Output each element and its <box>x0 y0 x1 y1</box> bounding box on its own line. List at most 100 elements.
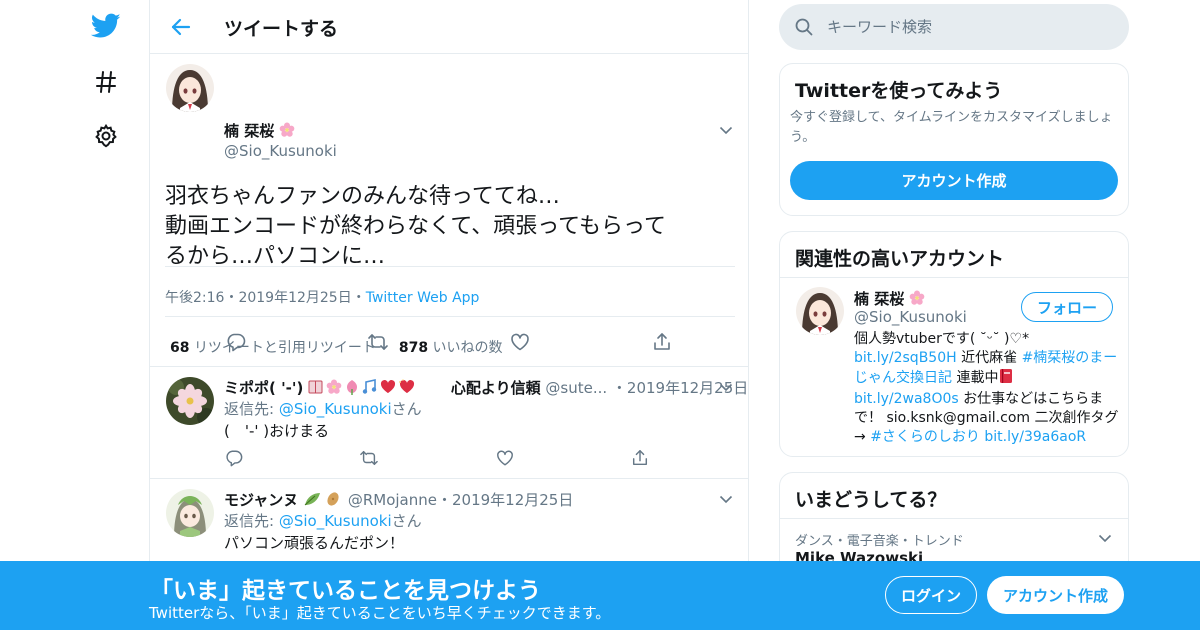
like-heart-icon[interactable] <box>492 445 518 471</box>
retweets-label: リツイートと引用リツイート <box>193 340 376 356</box>
reply-text: パソコン頑張るんだポン！ <box>224 534 405 552</box>
tweet-source-link[interactable]: Twitter Web App <box>366 290 480 306</box>
tweet-author-name[interactable]: 楠 栞桜 <box>224 120 295 142</box>
explore-hashtag-icon[interactable] <box>88 64 124 100</box>
tweet-text-line: 動画エンコードが終わらなくて、頑張ってもらって <box>165 214 666 239</box>
related-account-handle[interactable]: @Sio_Kusunoki <box>854 308 967 326</box>
related-account-name[interactable]: 楠 栞桜 <box>854 288 925 310</box>
create-account-button[interactable]: アカウント作成 <box>790 161 1118 200</box>
tweet-stats: 68 リツイートと引用リツイート 878 いいねの数 <box>170 337 503 357</box>
trend-category: ダンス・電子音楽・トレンド <box>795 534 964 549</box>
reply-text: ( '-' )おけまる <box>224 422 330 440</box>
emoji-icons <box>308 379 446 399</box>
reply-author-handle[interactable]: @sute... <box>545 379 607 397</box>
separator-dot: ・ <box>351 290 366 306</box>
login-button[interactable]: ログイン <box>885 576 977 614</box>
tweet-time[interactable]: 午後2:16 <box>165 290 224 306</box>
likes-stat[interactable]: 878 いいねの数 <box>399 340 503 356</box>
related-accounts-card: 関連性の高いアカウント 楠 栞桜 @Sio_Kusunoki フォロー 個人勢v… <box>779 231 1129 457</box>
likes-count: 878 <box>398 340 429 356</box>
search-icon <box>795 18 813 36</box>
bio-link[interactable]: bit.ly/39a6aoR <box>984 429 1086 445</box>
related-name-text: 楠 栞桜 <box>854 290 905 308</box>
reply-icon[interactable] <box>221 445 247 471</box>
reply-tweet[interactable]: ミポポ( '-') 心配より信頼 @sute... ・2019年12月25日 返… <box>150 367 748 479</box>
tweet-text-line: 羽衣ちゃんファンのみんな待っててね… <box>165 184 560 209</box>
signup-card-title: Twitterを使ってみよう <box>795 80 1003 102</box>
retweet-icon[interactable] <box>365 329 391 355</box>
signup-card: Twitterを使ってみよう 今すぐ登録して、タイムラインをカスタマイズしましょ… <box>779 63 1129 216</box>
share-icon[interactable] <box>649 329 675 355</box>
chevron-down-icon[interactable] <box>717 490 735 508</box>
chevron-down-icon[interactable] <box>717 121 735 139</box>
reply-header: ミポポ( '-') 心配より信頼 @sute... ・2019年12月25日 <box>224 377 748 399</box>
share-icon[interactable] <box>627 445 653 471</box>
reply-author-name-suffix[interactable]: 心配より信頼 <box>451 379 541 397</box>
divider <box>165 266 735 267</box>
replying-to-label: 返信先: <box>224 400 279 418</box>
page-header: ツイートする <box>150 0 748 54</box>
twitter-bird-icon[interactable] <box>88 8 124 44</box>
page-title: ツイートする <box>224 18 339 40</box>
replying-to-link[interactable]: @Sio_Kusunoki <box>279 400 392 418</box>
chevron-down-icon[interactable] <box>1096 529 1114 547</box>
reply-author-name[interactable]: モジャンヌ <box>224 491 298 509</box>
retweets-count: 68 <box>170 340 190 356</box>
divider <box>780 277 1128 278</box>
chevron-down-icon[interactable] <box>717 378 735 396</box>
signup-banner: 「いま」起きていることを見つけよう Twitterなら、「いま」起きていることを… <box>0 561 1200 630</box>
red-book-icon <box>998 368 1014 390</box>
trends-card-title: いまどうしてる？ <box>795 489 947 511</box>
main-tweet: 楠 栞桜 @Sio_Kusunoki 羽衣ちゃんファンのみんな待っててね… 動画… <box>150 54 748 367</box>
avatar[interactable] <box>166 64 214 112</box>
separator-dot: ・ <box>224 290 239 306</box>
author-name-text: 楠 栞桜 <box>224 122 275 140</box>
divider <box>165 316 735 317</box>
bio-link[interactable]: bit.ly/2wa8O0s <box>854 391 959 407</box>
tweet-metadata: 午後2:16・2019年12月25日・Twitter Web App <box>165 287 479 307</box>
avatar[interactable] <box>166 489 214 537</box>
reply-author-handle[interactable]: @RMojanne <box>348 491 437 509</box>
retweets-stat[interactable]: 68 リツイートと引用リツイート <box>170 340 376 356</box>
main-column: ツイートする 楠 栞桜 @Sio_Kusunoki 羽衣ちゃんファンのみんな待っ… <box>149 0 749 630</box>
bio-link[interactable]: bit.ly/2sqB50H <box>854 350 957 366</box>
tweet-text-line: るから…パソコンに… <box>165 244 386 269</box>
like-heart-icon[interactable] <box>507 329 533 355</box>
cherry-blossom-icon <box>279 122 295 142</box>
reply-icon[interactable] <box>223 329 249 355</box>
search-bar <box>779 4 1129 50</box>
cherry-blossom-icon <box>909 290 925 310</box>
settings-gear-icon[interactable] <box>88 118 124 154</box>
related-card-title: 関連性の高いアカウント <box>795 248 1005 270</box>
replying-to-link[interactable]: @Sio_Kusunoki <box>279 512 392 530</box>
related-account-bio: 個人勢vtuberです( ˘ᵕ˘ )♡* bit.ly/2sqB50H 近代麻雀… <box>854 330 1119 447</box>
bio-text: 連載中 <box>952 370 999 386</box>
replying-to-suffix: さん <box>391 400 422 418</box>
back-arrow-icon[interactable] <box>166 12 196 42</box>
reply-author-name[interactable]: ミポポ( '-') <box>224 379 303 397</box>
bio-hashtag[interactable]: #さくらのしおり <box>870 429 980 445</box>
likes-label: いいねの数 <box>432 340 503 356</box>
search-input[interactable] <box>827 4 1117 50</box>
reply-header: モジャンヌ @RMojanne・2019年12月25日 <box>224 489 573 511</box>
follow-button[interactable]: フォロー <box>1021 292 1113 322</box>
avatar[interactable] <box>166 377 214 425</box>
emoji-icons <box>303 491 343 511</box>
retweet-icon[interactable] <box>356 445 382 471</box>
banner-subtitle: Twitterなら、「いま」起きていることをいち早くチェックできます。 <box>149 604 611 622</box>
replying-to: 返信先: @Sio_Kusunokiさん <box>224 510 422 531</box>
tweet-date[interactable]: 2019年12月25日 <box>238 290 351 306</box>
replying-to-label: 返信先: <box>224 512 279 530</box>
divider <box>780 518 1128 519</box>
avatar[interactable] <box>796 287 844 335</box>
reply-date[interactable]: ・2019年12月25日 <box>437 491 573 509</box>
tweet-author-handle[interactable]: @Sio_Kusunoki <box>224 142 337 160</box>
replying-to: 返信先: @Sio_Kusunokiさん <box>224 398 422 419</box>
bio-text: 近代麻雀 <box>956 350 1022 366</box>
banner-signup-button[interactable]: アカウント作成 <box>987 576 1124 614</box>
tweet-text: 羽衣ちゃんファンのみんな待っててね… 動画エンコードが終わらなくて、頑張ってもら… <box>165 182 730 272</box>
replying-to-suffix: さん <box>391 512 422 530</box>
banner-title: 「いま」起きていることを見つけよう <box>150 578 541 604</box>
signup-card-description: 今すぐ登録して、タイムラインをカスタマイズしましょう。 <box>790 110 1113 145</box>
bio-text: 個人勢vtuberです( ˘ᵕ˘ )♡* <box>854 331 1030 347</box>
